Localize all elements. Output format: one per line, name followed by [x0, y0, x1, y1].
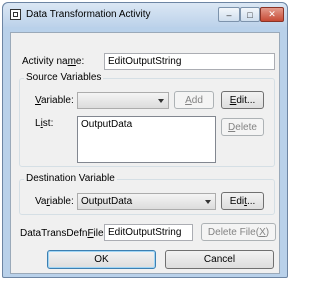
- delete-button[interactable]: Delete: [221, 118, 264, 136]
- list-item[interactable]: OutputData: [81, 119, 212, 130]
- activity-name-field[interactable]: EditOutputString: [104, 53, 275, 70]
- maximize-icon: □: [247, 9, 253, 20]
- minimize-button[interactable]: –: [218, 7, 240, 22]
- destination-variable-label: Variable:: [35, 196, 74, 207]
- source-variable-label: Variable:: [35, 95, 74, 106]
- close-button[interactable]: ✕: [260, 7, 284, 22]
- chevron-down-icon: [205, 200, 211, 204]
- add-button[interactable]: Add: [174, 91, 214, 109]
- source-variables-list[interactable]: OutputData: [77, 116, 216, 163]
- activity-name-label: Activity name:: [22, 56, 85, 67]
- dialog-window: Data Transformation Activity – □ ✕ Activ…: [2, 2, 288, 278]
- minimize-icon: –: [226, 9, 232, 20]
- destination-variable-value: OutputData: [81, 196, 133, 207]
- window-title: Data Transformation Activity: [26, 9, 151, 20]
- destination-edit-button[interactable]: Edi t...: [221, 192, 264, 210]
- source-variable-dropdown[interactable]: [77, 92, 169, 109]
- source-edit-button[interactable]: Edit...: [221, 91, 264, 109]
- window-icon: [10, 9, 21, 20]
- cancel-button[interactable]: Cancel: [165, 250, 274, 269]
- title-bar[interactable]: Data Transformation Activity – □ ✕: [3, 3, 287, 27]
- dialog-body: Activity name: EditOutputString Source V…: [10, 32, 280, 274]
- defn-file-label: DataTransDefnFile:: [20, 228, 107, 239]
- destination-variable-dropdown[interactable]: OutputData: [77, 193, 216, 210]
- delete-file-button[interactable]: Delete File(X): [201, 223, 276, 241]
- close-icon: ✕: [268, 9, 276, 19]
- destination-variable-legend: Destination Variable: [24, 173, 117, 184]
- source-list-label: List:: [35, 118, 54, 129]
- ok-button[interactable]: OK: [47, 250, 156, 269]
- chevron-down-icon: [158, 99, 164, 103]
- source-variables-legend: Source Variables: [24, 72, 104, 83]
- maximize-button[interactable]: □: [240, 7, 260, 22]
- defn-file-field[interactable]: EditOutputString: [104, 224, 193, 241]
